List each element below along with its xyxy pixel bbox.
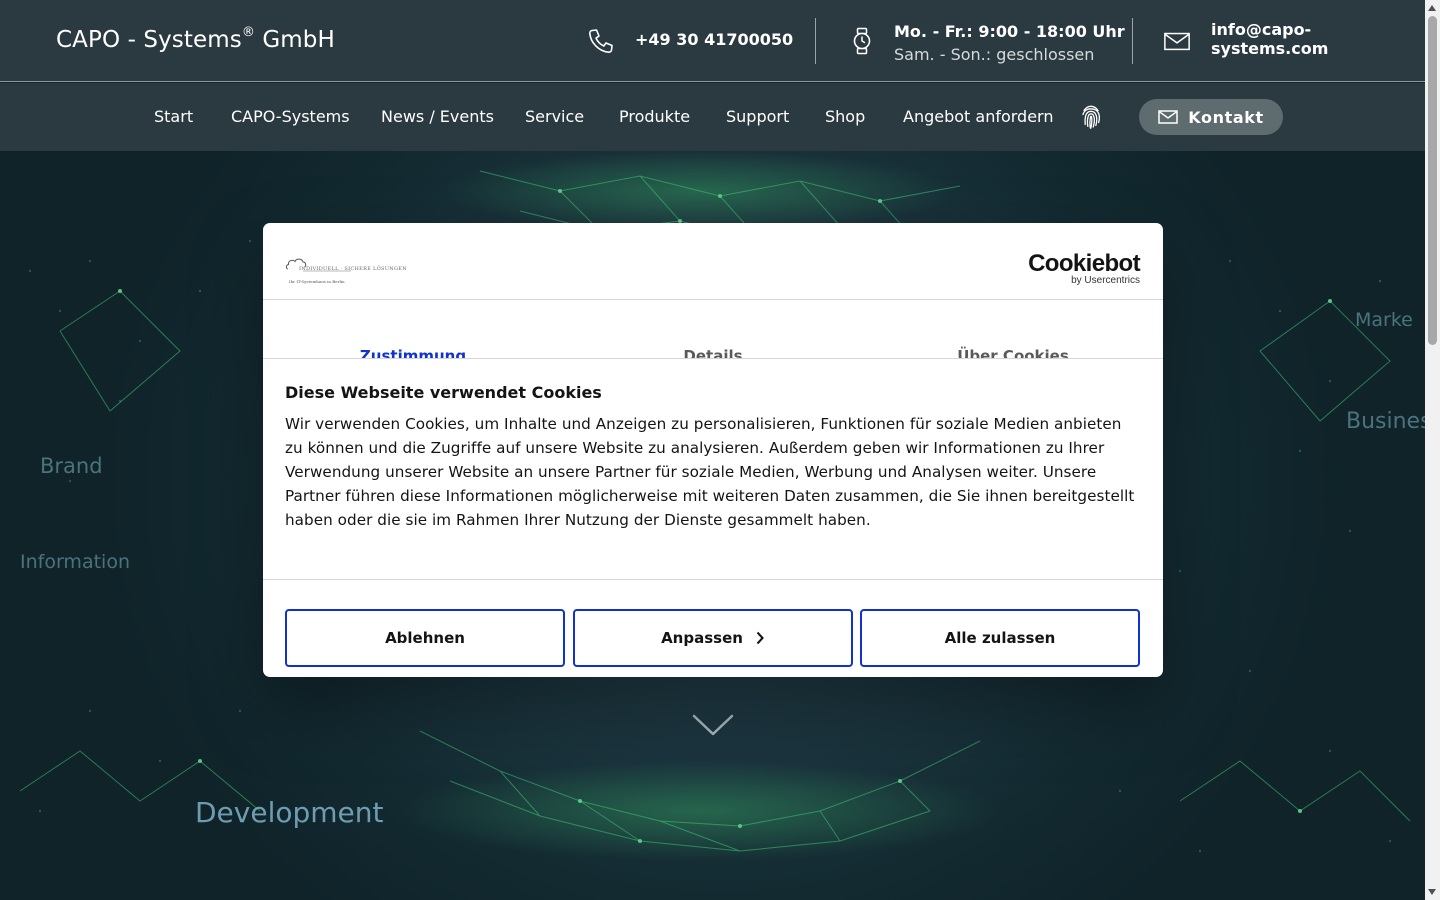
deny-button[interactable]: Ablehnen [285,609,565,667]
nav-news-events[interactable]: News / Events [381,107,494,126]
fingerprint-icon[interactable] [1080,104,1102,130]
scroll-up-arrow-icon[interactable] [1428,5,1436,11]
phone-icon [587,27,615,55]
kontakt-button[interactable]: Kontakt [1139,99,1283,135]
hero-word-marke: Marke [1355,309,1413,331]
cookie-consent-dialog: INDIVIDUELL · SICHERE LÖSUNGEN Ihr IT-Sy… [263,223,1163,677]
allow-all-button-label: Alle zulassen [944,629,1056,647]
hero-word-business: Business [1346,409,1425,434]
brand-suffix: GmbH [254,27,335,53]
customize-button-label: Anpassen [661,629,743,647]
nav-service[interactable]: Service [525,107,584,126]
site-logo: INDIVIDUELL · SICHERE LÖSUNGEN Ihr IT-Sy… [285,253,407,291]
scrollbar-thumb[interactable] [1428,16,1437,345]
dialog-tabs: Zustimmung Details Über Cookies [263,301,1163,359]
brand-registered-mark: ® [241,25,255,41]
page-scrollbar[interactable] [1425,0,1440,900]
header-divider [1132,18,1133,64]
email-address[interactable]: info@capo-systems.com [1211,20,1425,58]
hero-word-development: Development [195,796,384,829]
tab-ueber-cookies[interactable]: Über Cookies [863,347,1163,358]
nav-capo-systems[interactable]: CAPO-Systems [231,107,350,126]
scroll-down-arrow-icon[interactable] [1428,889,1436,895]
phone-number[interactable]: +49 30 41700050 [635,30,793,49]
kontakt-button-label: Kontakt [1188,107,1264,127]
customize-button[interactable]: Anpassen [573,609,853,667]
chevron-down-icon[interactable] [692,713,734,737]
email-contact[interactable]: info@capo-systems.com [1163,0,1425,82]
dialog-divider [263,579,1163,580]
nav-produkte[interactable]: Produkte [619,107,690,126]
allow-all-button[interactable]: Alle zulassen [860,609,1140,667]
brand-logo[interactable]: CAPO - Systems® GmbH [56,25,335,53]
top-bar: CAPO - Systems® GmbH +49 30 41700050 Mo.… [0,0,1425,82]
cookiebot-logo[interactable]: Cookiebot by Usercentrics [1028,250,1141,287]
hero-word-brand: Brand [40,454,103,478]
deny-button-label: Ablehnen [385,629,465,647]
mail-icon [1158,110,1179,124]
nav-support[interactable]: Support [726,107,789,126]
header-divider [815,18,816,64]
tab-details[interactable]: Details [563,347,863,358]
dialog-title: Diese Webseite verwendet Cookies [285,383,602,402]
cookiebot-logo-text: Cookiebot [1028,250,1141,277]
opening-hours: Mo. - Fr.: 9:00 - 18:00 Uhr Sam. - Son.:… [848,0,1125,82]
main-navigation: Start CAPO-Systems News / Events Service… [0,83,1425,151]
nav-shop[interactable]: Shop [825,107,865,126]
dialog-body-text: Wir verwenden Cookies, um Inhalte und An… [285,415,1135,529]
chevron-right-icon [756,631,764,645]
hours-weekdays: Mo. - Fr.: 9:00 - 18:00 Uhr [894,22,1125,41]
phone-contact[interactable]: +49 30 41700050 [587,0,793,82]
dialog-header: INDIVIDUELL · SICHERE LÖSUNGEN Ihr IT-Sy… [263,223,1163,300]
tab-zustimmung[interactable]: Zustimmung [263,347,563,358]
watch-icon [848,27,876,55]
nav-start[interactable]: Start [154,107,193,126]
site-logo-subtitle: Ihr IT-Systemhaus in Berlin [289,279,345,284]
site-logo-tagline: INDIVIDUELL · SICHERE LÖSUNGEN [299,266,407,272]
hero-word-information: Information [20,551,130,573]
brand-name: CAPO - Systems [56,27,242,53]
hours-weekend: Sam. - Son.: geschlossen [894,45,1095,64]
nav-angebot-anfordern[interactable]: Angebot anfordern [903,107,1054,126]
mail-icon [1163,27,1191,55]
